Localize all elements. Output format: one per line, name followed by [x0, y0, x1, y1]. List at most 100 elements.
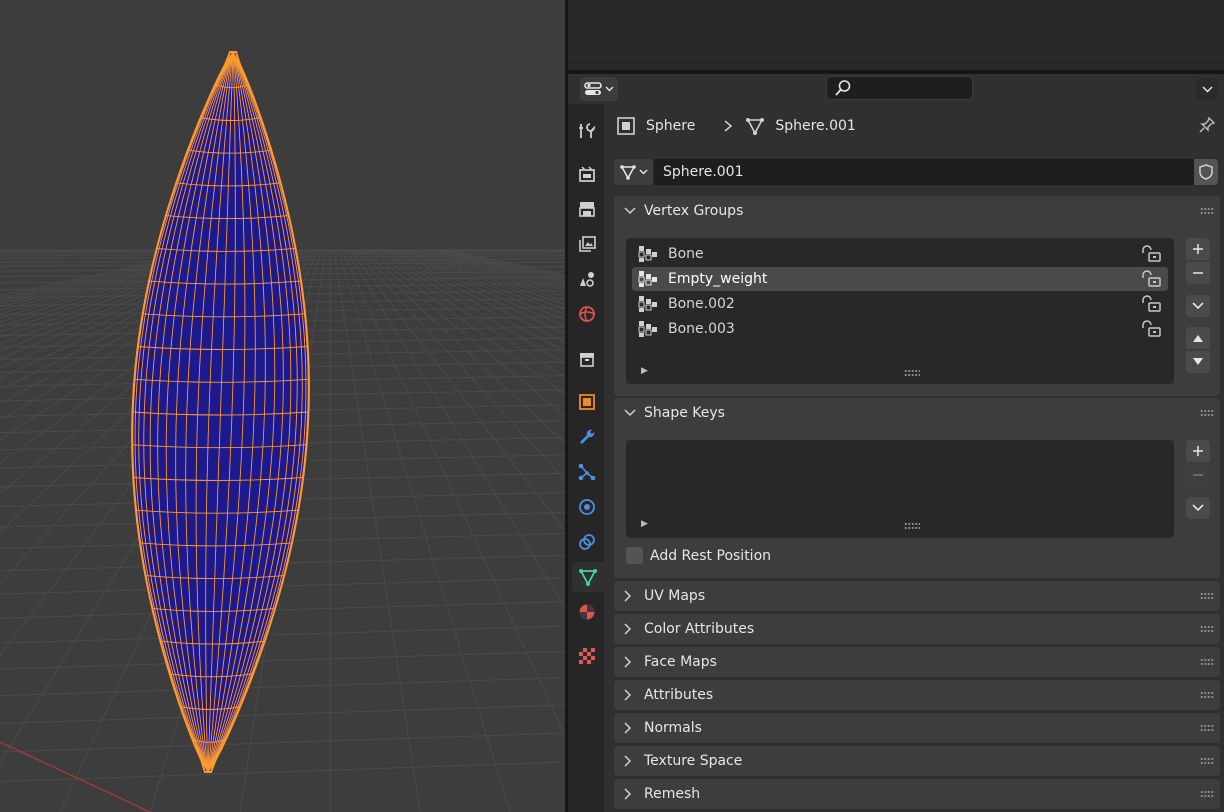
chevron-right-icon — [624, 623, 632, 635]
3d-viewport[interactable] — [0, 0, 565, 812]
mesh-name-field[interactable]: Sphere.001 — [654, 159, 1194, 185]
move-down-button[interactable] — [1186, 351, 1210, 373]
tab-particles[interactable] — [572, 457, 602, 487]
panel-title: Color Attributes — [644, 621, 755, 637]
panel-drag-handle[interactable] — [1200, 409, 1214, 417]
panel-drag-handle[interactable] — [1200, 691, 1214, 699]
move-up-button[interactable] — [1186, 327, 1210, 349]
panel-drag-handle[interactable] — [1200, 658, 1214, 666]
tab-render[interactable] — [572, 159, 602, 189]
chevron-down-icon — [624, 207, 636, 215]
chevron-right-icon — [724, 120, 733, 132]
output-tab-icon — [579, 202, 595, 217]
add-rest-position-checkbox[interactable] — [626, 547, 643, 564]
outliner-area[interactable] — [568, 0, 1224, 70]
mesh-data-icon — [746, 118, 765, 135]
tab-object[interactable] — [572, 387, 602, 417]
vertex-group-name: Empty_weight — [668, 271, 768, 287]
vertex-group-name: Bone — [668, 246, 704, 262]
shield-icon — [1199, 164, 1213, 180]
shape-keys-header[interactable]: Shape Keys — [614, 398, 1220, 428]
tab-scene[interactable] — [572, 264, 602, 294]
panel-drag-handle[interactable] — [1200, 757, 1214, 765]
remove-shape-key-button[interactable] — [1186, 464, 1210, 486]
collection-tab-icon — [580, 353, 594, 367]
properties-editor: Sphere Sphere.001 Sphere.001 Vertex Grou… — [568, 74, 1224, 812]
tab-constraints[interactable] — [572, 527, 602, 557]
list-item[interactable]: Bone.002 — [632, 292, 1168, 316]
editor-type-button[interactable] — [580, 77, 618, 101]
tab-world[interactable] — [572, 299, 602, 329]
unlock-icon[interactable] — [1140, 320, 1162, 338]
tab-texture[interactable] — [572, 641, 602, 671]
uv-maps-panel[interactable]: UV Maps — [614, 581, 1220, 611]
tab-physics[interactable] — [572, 492, 602, 522]
tab-material[interactable] — [572, 597, 602, 627]
vertex-group-name: Bone.003 — [668, 321, 735, 337]
chevron-down-icon — [1192, 302, 1204, 310]
particles-tab-icon — [578, 463, 596, 481]
vertex-group-name: Bone.002 — [668, 296, 735, 312]
panel-drag-handle[interactable] — [1200, 207, 1214, 215]
fake-user-button[interactable] — [1194, 159, 1218, 185]
chevron-down-icon — [624, 409, 636, 417]
tab-mesh-data[interactable] — [572, 562, 604, 592]
material-tab-icon — [579, 604, 595, 620]
list-resize-handle[interactable] — [904, 369, 920, 377]
list-item[interactable]: Empty_weight — [632, 267, 1168, 291]
normals-panel[interactable]: Normals — [614, 713, 1220, 743]
breadcrumb-mesh: Sphere.001 — [775, 118, 856, 134]
face-maps-panel[interactable]: Face Maps — [614, 647, 1220, 677]
panel-title: Texture Space — [644, 753, 743, 769]
panel-drag-handle[interactable] — [1200, 790, 1214, 798]
color-attributes-panel[interactable]: Color Attributes — [614, 614, 1220, 644]
chevron-right-icon — [624, 689, 632, 701]
panel-drag-handle[interactable] — [1200, 625, 1214, 633]
unlock-icon[interactable] — [1140, 295, 1162, 313]
tab-modifiers[interactable] — [572, 422, 602, 452]
panel-title: Face Maps — [644, 654, 717, 670]
list-item[interactable]: Bone — [632, 242, 1168, 266]
filter-options-toggle[interactable]: ▶ — [641, 366, 648, 376]
vertex-groups-header[interactable]: Vertex Groups — [614, 196, 1220, 226]
chevron-right-icon — [624, 755, 632, 767]
shape-key-specials-button[interactable] — [1186, 497, 1210, 519]
triangle-up-icon — [1193, 335, 1203, 342]
mesh-datablock-selector: Sphere.001 — [614, 159, 1218, 185]
vertex-group-specials-button[interactable] — [1186, 295, 1210, 317]
pin-icon — [1199, 116, 1216, 133]
constraints-tab-icon — [579, 534, 595, 550]
shape-key-list[interactable]: ▶ — [626, 440, 1174, 538]
properties-content: Sphere Sphere.001 Sphere.001 Vertex Grou… — [604, 104, 1224, 812]
tab-collection[interactable] — [572, 344, 602, 374]
object-tab-icon — [579, 394, 595, 410]
list-item[interactable]: Bone.003 — [632, 317, 1168, 341]
remove-vertex-group-button[interactable] — [1186, 262, 1210, 284]
vertex-group-list[interactable]: Bone Empty_weight Bone.002 Bone.003 ▶ — [626, 238, 1174, 384]
filter-options-toggle[interactable]: ▶ — [641, 519, 648, 529]
unlock-icon[interactable] — [1140, 270, 1162, 288]
browse-mesh-button[interactable] — [614, 159, 654, 185]
vertex-group-icon — [638, 321, 657, 337]
outliner-row-divider — [568, 61, 1224, 62]
properties-search-input[interactable] — [826, 76, 973, 100]
properties-header — [568, 74, 1224, 104]
breadcrumb-object: Sphere — [646, 118, 696, 134]
attributes-panel[interactable]: Attributes — [614, 680, 1220, 710]
texture-space-panel[interactable]: Texture Space — [614, 746, 1220, 776]
tab-output[interactable] — [572, 194, 602, 224]
list-resize-handle[interactable] — [904, 522, 920, 530]
tab-tool[interactable] — [572, 116, 602, 146]
panel-drag-handle[interactable] — [1200, 592, 1214, 600]
panel-drag-handle[interactable] — [1200, 724, 1214, 732]
options-dropdown-button[interactable] — [1196, 78, 1218, 100]
remesh-panel[interactable]: Remesh — [614, 779, 1220, 809]
add-vertex-group-button[interactable] — [1186, 238, 1210, 260]
tab-view-layer[interactable] — [572, 229, 602, 259]
unlock-icon[interactable] — [1140, 245, 1162, 263]
add-shape-key-button[interactable] — [1186, 440, 1210, 462]
wrench-icon — [580, 429, 595, 444]
chevron-down-icon — [639, 169, 648, 175]
panel-title: UV Maps — [644, 588, 706, 604]
pin-button[interactable] — [1198, 116, 1216, 138]
